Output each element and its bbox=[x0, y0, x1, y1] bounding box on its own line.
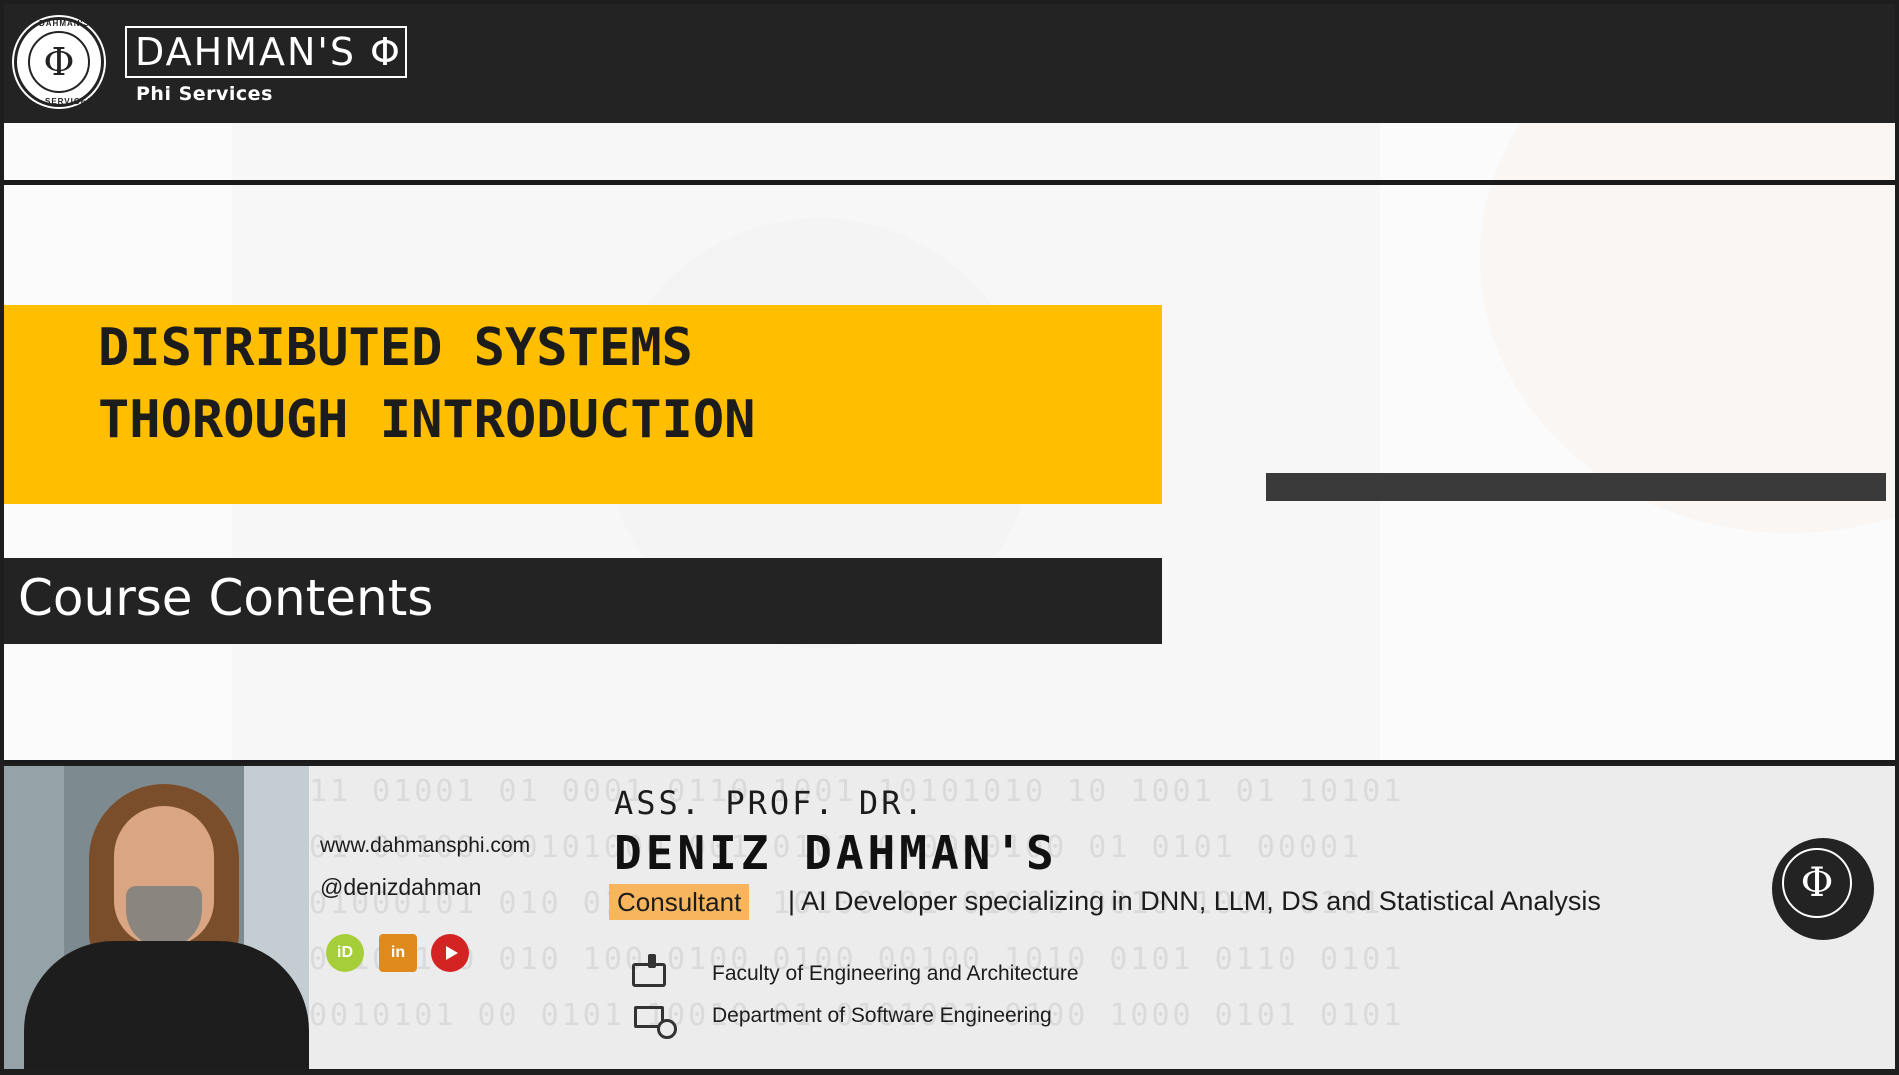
presenter-footer: 11 01001 01 0001 0110 1001 10101010 10 1… bbox=[4, 766, 1895, 1069]
phi-icon: Φ bbox=[1800, 860, 1834, 906]
phi-logo: DAHMAN'S Φ SERVICES bbox=[14, 17, 104, 107]
slide-title-line-1: DISTRIBUTED SYSTEMS bbox=[98, 318, 693, 378]
linkedin-icon-label: in bbox=[390, 944, 406, 961]
faculty-text: Faculty of Engineering and Architecture bbox=[712, 962, 1079, 985]
linkedin-icon[interactable]: in bbox=[379, 934, 417, 972]
play-icon bbox=[445, 946, 458, 960]
brand-subtitle: Phi Services bbox=[136, 83, 273, 105]
decorative-bar bbox=[1266, 473, 1886, 501]
slide-title-line-2: THOROUGH INTRODUCTION bbox=[98, 390, 756, 450]
photo-shirt bbox=[24, 941, 309, 1069]
slide-frame: DAHMAN'S Φ SERVICES DAHMAN'S Φ Phi Servi… bbox=[0, 0, 1899, 1075]
book-icon bbox=[629, 954, 669, 992]
brand-title: DAHMAN'S Φ bbox=[135, 30, 402, 74]
orcid-icon[interactable]: iD bbox=[326, 934, 364, 972]
presenter-name: DENIZ DAHMAN'S bbox=[614, 826, 1058, 880]
social-handle: @denizdahman bbox=[320, 874, 482, 900]
top-divider bbox=[4, 180, 1895, 185]
orcid-icon-label: iD bbox=[337, 944, 353, 961]
header-bar: DAHMAN'S Φ SERVICES DAHMAN'S Φ Phi Servi… bbox=[4, 4, 1895, 123]
slide-canvas: DISTRIBUTED SYSTEMS THOROUGH INTRODUCTIO… bbox=[4, 123, 1895, 763]
phi-icon: Φ bbox=[43, 40, 75, 84]
phi-badge-logo: Φ bbox=[1766, 832, 1880, 946]
department-text: Department of Software Engineering bbox=[712, 1004, 1052, 1027]
bottom-divider bbox=[4, 760, 1895, 763]
badge-inner: Φ bbox=[1782, 848, 1852, 918]
computer-gear-icon bbox=[629, 1000, 677, 1039]
section-label: Course Contents bbox=[18, 569, 434, 627]
logo-ring-bottom-text: SERVICES bbox=[45, 97, 94, 106]
website-link[interactable]: www.dahmansphi.com bbox=[320, 834, 530, 858]
presenter-photo bbox=[4, 766, 309, 1069]
academic-title: ASS. PROF. DR. bbox=[614, 784, 926, 822]
phi-logo-inner: Φ bbox=[28, 31, 90, 93]
logo-ring-top-text: DAHMAN'S bbox=[39, 19, 90, 28]
brand-box: DAHMAN'S Φ bbox=[125, 26, 407, 78]
youtube-icon[interactable] bbox=[431, 934, 469, 972]
presenter-role: | AI Developer specializing in DNN, LLM,… bbox=[788, 886, 1601, 916]
consultant-badge: Consultant bbox=[609, 884, 750, 920]
consultant-label: Consultant bbox=[617, 886, 742, 917]
